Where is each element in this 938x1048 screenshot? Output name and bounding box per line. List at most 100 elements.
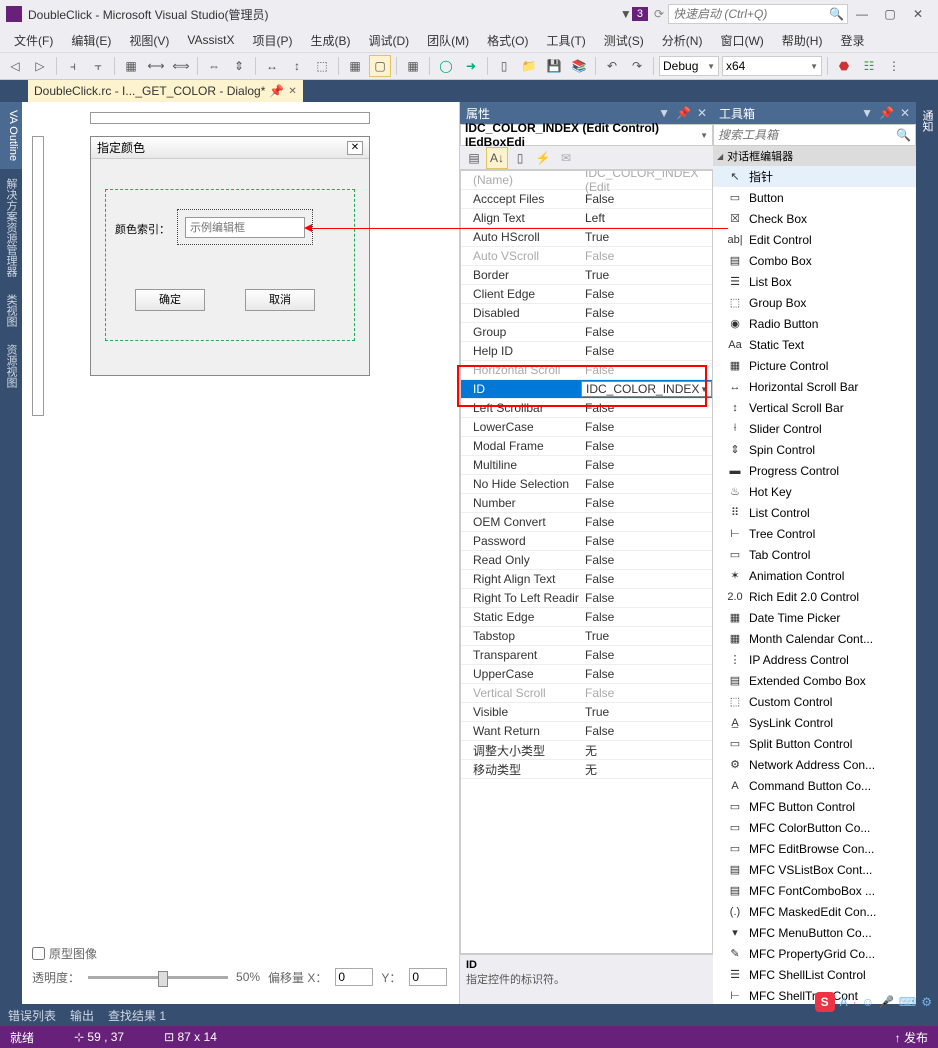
tb-forward-icon[interactable]: ➜ <box>460 55 482 77</box>
ime-face-icon[interactable]: ☺ <box>862 995 874 1009</box>
property-row[interactable]: TransparentFalse <box>461 646 712 665</box>
property-value[interactable]: 无 <box>581 742 712 759</box>
left-tab[interactable]: VA Outline <box>0 102 22 169</box>
property-row[interactable]: No Hide SelectionFalse <box>461 475 712 494</box>
categorized-icon[interactable]: ▤ <box>463 147 485 169</box>
ime-set-icon[interactable]: ⚙ <box>921 995 932 1009</box>
property-value[interactable]: False <box>581 458 712 472</box>
tb-undo-icon[interactable]: ↶ <box>601 55 623 77</box>
toolbox-item[interactable]: ▭Button <box>713 187 916 208</box>
property-row[interactable]: VisibleTrue <box>461 703 712 722</box>
toolbox-item[interactable]: ▤Extended Combo Box <box>713 670 916 691</box>
tb-samewidth-icon[interactable]: ↔ <box>261 55 283 77</box>
property-row[interactable]: 调整大小类型无 <box>461 741 712 760</box>
tb-grid-icon[interactable]: ▦ <box>344 55 366 77</box>
tb-guides-icon[interactable]: ▢ <box>369 55 391 77</box>
tb-sameheight-icon[interactable]: ↕ <box>286 55 308 77</box>
dialog-preview[interactable]: 指定颜色 ✕ 颜色索引： 确定 取消 <box>90 136 370 376</box>
bottom-tab[interactable]: 查找结果 1 <box>108 1007 166 1024</box>
property-value[interactable]: False <box>581 534 712 548</box>
properties-grid[interactable]: (Name)IDC_COLOR_INDEX (EditAcccept Files… <box>460 170 713 954</box>
tb-test-icon[interactable]: ▦ <box>402 55 424 77</box>
property-selector[interactable]: IDC_COLOR_INDEX (Edit Control) IEdBoxEdi… <box>460 124 713 146</box>
property-row[interactable]: Left ScrollbarFalse <box>461 399 712 418</box>
toolbox-item[interactable]: ↔Horizontal Scroll Bar <box>713 376 916 397</box>
ime-kb-icon[interactable]: ⌨ <box>899 995 916 1009</box>
tb-space-h-icon[interactable]: ⇔ <box>203 55 225 77</box>
property-row[interactable]: Right Align TextFalse <box>461 570 712 589</box>
tb-redo-icon[interactable]: ↷ <box>626 55 648 77</box>
opacity-slider[interactable] <box>88 976 228 979</box>
menu-item[interactable]: 团队(M) <box>419 29 477 52</box>
property-row[interactable]: Acccept FilesFalse <box>461 190 712 209</box>
tb-nav-fwd-icon[interactable]: ▷ <box>29 55 51 77</box>
menu-item[interactable]: 文件(F) <box>6 29 61 52</box>
property-value[interactable]: IDC_COLOR_INDEX▼ <box>581 381 712 397</box>
property-row[interactable]: Client EdgeFalse <box>461 285 712 304</box>
menu-item[interactable]: VAssistX <box>179 30 242 50</box>
ime-icon[interactable]: S <box>815 992 835 1012</box>
property-value[interactable]: IDC_COLOR_INDEX (Edit <box>581 170 712 194</box>
toolbox-item[interactable]: ⬚Group Box <box>713 292 916 313</box>
property-row[interactable]: MultilineFalse <box>461 456 712 475</box>
ok-button[interactable]: 确定 <box>135 289 205 311</box>
property-row[interactable]: PasswordFalse <box>461 532 712 551</box>
toolbox-item[interactable]: ▤MFC VSListBox Cont... <box>713 859 916 880</box>
property-value[interactable]: True <box>581 629 712 643</box>
property-value[interactable]: False <box>581 610 712 624</box>
property-value[interactable]: False <box>581 420 712 434</box>
tb-nav-back-icon[interactable]: ◁ <box>4 55 26 77</box>
menu-item[interactable]: 编辑(E) <box>63 29 119 52</box>
property-row[interactable]: Align TextLeft <box>461 209 712 228</box>
tb-ext2-icon[interactable]: ☷ <box>858 55 880 77</box>
property-value[interactable]: True <box>581 705 712 719</box>
property-value[interactable]: False <box>581 287 712 301</box>
property-row[interactable]: Want ReturnFalse <box>461 722 712 741</box>
toolbox-item[interactable]: ☰List Box <box>713 271 916 292</box>
menu-item[interactable]: 格式(O) <box>479 29 536 52</box>
property-row[interactable]: DisabledFalse <box>461 304 712 323</box>
property-row[interactable]: UpperCaseFalse <box>461 665 712 684</box>
minimize-button[interactable]: — <box>848 0 876 28</box>
property-value[interactable]: False <box>581 477 712 491</box>
toolbox-item[interactable]: ▬Progress Control <box>713 460 916 481</box>
property-row[interactable]: IDIDC_COLOR_INDEX▼ <box>461 380 712 399</box>
property-row[interactable]: BorderTrue <box>461 266 712 285</box>
pin-icon[interactable]: 📌 <box>879 106 894 120</box>
tb-ext1-icon[interactable]: ⬣ <box>833 55 855 77</box>
property-value[interactable]: False <box>581 401 712 415</box>
menu-item[interactable]: 调试(D) <box>360 29 417 52</box>
selection-handles[interactable] <box>177 209 313 245</box>
ime-mic-icon[interactable]: 🎤 <box>879 995 894 1009</box>
toolbox-category[interactable]: 对话框编辑器 <box>713 146 916 166</box>
property-value[interactable]: False <box>581 686 712 700</box>
property-row[interactable]: Help IDFalse <box>461 342 712 361</box>
tb-back-icon[interactable]: ◯ <box>435 55 457 77</box>
property-value[interactable]: False <box>581 363 712 377</box>
tb-layout-icon[interactable]: ▦ <box>120 55 142 77</box>
left-tab[interactable]: 资源视图 <box>0 336 22 396</box>
props-pages-icon[interactable]: ▯ <box>509 147 531 169</box>
offset-x-field[interactable] <box>335 968 373 986</box>
dialog-designer[interactable]: 指定颜色 ✕ 颜色索引： 确定 取消 原型图像 透明度： 50% 偏移量 X： <box>22 102 460 1004</box>
toolbox-item[interactable]: A̲SysLink Control <box>713 712 916 733</box>
doc-tab[interactable]: DoubleClick.rc - I..._GET_COLOR - Dialog… <box>28 80 303 102</box>
toolbox-item[interactable]: ↕Vertical Scroll Bar <box>713 397 916 418</box>
toolbox-header[interactable]: 工具箱 ▼📌✕ <box>713 102 916 124</box>
menu-item[interactable]: 项目(P) <box>244 29 300 52</box>
property-row[interactable]: Vertical ScrollFalse <box>461 684 712 703</box>
toolbox-item[interactable]: ⋮IP Address Control <box>713 649 916 670</box>
notify-badge[interactable]: 3 <box>632 7 648 21</box>
toolbox-item[interactable]: ▾MFC MenuButton Co... <box>713 922 916 943</box>
toolbox-list[interactable]: ↖指针▭Button☒Check Boxab|Edit Control▤Comb… <box>713 166 916 1004</box>
property-row[interactable]: Horizontal ScrollFalse <box>461 361 712 380</box>
toolbox-item[interactable]: ⬚Custom Control <box>713 691 916 712</box>
events-icon[interactable]: ⚡ <box>532 147 554 169</box>
toolbox-item[interactable]: ▭MFC ColorButton Co... <box>713 817 916 838</box>
toolbox-item[interactable]: ☒Check Box <box>713 208 916 229</box>
pane-dd-icon[interactable]: ▼ <box>658 106 670 120</box>
close-button[interactable]: ✕ <box>904 0 932 28</box>
toolbox-item[interactable]: ⚙Network Address Con... <box>713 754 916 775</box>
tb-space-v-icon[interactable]: ⇕ <box>228 55 250 77</box>
toolbox-item[interactable]: AaStatic Text <box>713 334 916 355</box>
